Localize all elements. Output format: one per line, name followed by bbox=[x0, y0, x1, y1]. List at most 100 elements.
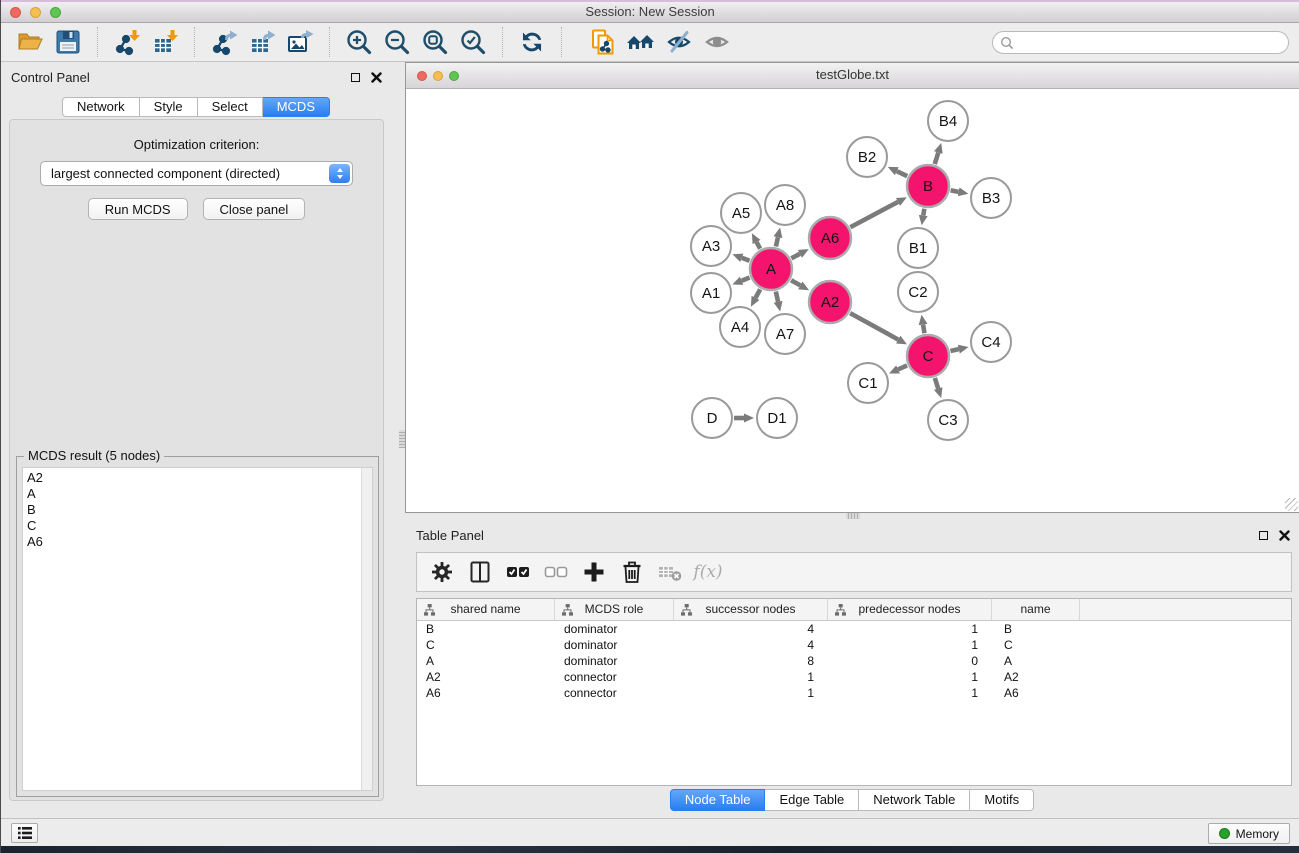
hide-selected-button[interactable] bbox=[660, 25, 698, 59]
close-panel-button[interactable]: Close panel bbox=[203, 198, 306, 220]
graph-edge-A2-C[interactable] bbox=[850, 313, 898, 339]
graph-node-B3[interactable]: B3 bbox=[971, 178, 1011, 218]
result-list-item[interactable]: C bbox=[27, 518, 361, 534]
network-minimize-button[interactable] bbox=[433, 71, 443, 81]
zoom-out-button[interactable] bbox=[378, 25, 416, 59]
tab-motifs[interactable]: Motifs bbox=[970, 789, 1034, 811]
column-header-name[interactable]: name bbox=[992, 599, 1080, 620]
node-table[interactable]: shared nameMCDS rolesuccessor nodesprede… bbox=[416, 598, 1292, 786]
import-network-button[interactable] bbox=[108, 25, 146, 59]
zoom-window-button[interactable] bbox=[50, 7, 61, 18]
graph-node-C4[interactable]: C4 bbox=[971, 322, 1011, 362]
graph-node-C2[interactable]: C2 bbox=[898, 272, 938, 312]
zoom-in-button[interactable] bbox=[340, 25, 378, 59]
graph-node-A1[interactable]: A1 bbox=[691, 273, 731, 313]
new-network-from-selection-button[interactable] bbox=[584, 25, 622, 59]
export-image-button[interactable] bbox=[281, 25, 319, 59]
tab-node-table[interactable]: Node Table bbox=[670, 789, 766, 811]
deselect-all-button[interactable] bbox=[537, 555, 575, 589]
float-panel-icon[interactable] bbox=[1259, 531, 1268, 540]
graph-node-D1[interactable]: D1 bbox=[757, 398, 797, 438]
graph-node-A8[interactable]: A8 bbox=[765, 185, 805, 225]
tab-network-table[interactable]: Network Table bbox=[859, 789, 970, 811]
table-row[interactable]: A2connector11A2 bbox=[417, 669, 1291, 685]
table-settings-button[interactable] bbox=[423, 555, 461, 589]
graph-node-C1[interactable]: C1 bbox=[848, 363, 888, 403]
close-window-button[interactable] bbox=[10, 7, 21, 18]
network-zoom-button[interactable] bbox=[449, 71, 459, 81]
table-row[interactable]: Adominator80A bbox=[417, 653, 1291, 669]
graph-edge-A-A4[interactable] bbox=[756, 289, 761, 298]
refresh-layout-button[interactable] bbox=[513, 25, 551, 59]
function-builder-button[interactable]: f(x) bbox=[689, 555, 727, 589]
column-header-MCDS-role[interactable]: MCDS role bbox=[555, 599, 674, 620]
show-all-button[interactable] bbox=[698, 25, 736, 59]
close-panel-icon[interactable] bbox=[1279, 530, 1290, 541]
window-resize-grip[interactable] bbox=[1285, 498, 1298, 511]
graph-node-D[interactable]: D bbox=[692, 398, 732, 438]
table-row[interactable]: Bdominator41B bbox=[417, 621, 1291, 637]
graph-node-A[interactable]: A bbox=[750, 248, 792, 290]
tab-edge-table[interactable]: Edge Table bbox=[765, 789, 859, 811]
select-all-button[interactable] bbox=[499, 555, 537, 589]
graph-edge-A-A6[interactable] bbox=[791, 254, 800, 258]
tab-style[interactable]: Style bbox=[140, 97, 198, 117]
main-titlebar[interactable]: Session: New Session bbox=[1, 0, 1299, 23]
graph-node-C[interactable]: C bbox=[907, 335, 949, 377]
network-window-titlebar[interactable]: testGlobe.txt bbox=[406, 63, 1299, 89]
tab-network[interactable]: Network bbox=[62, 97, 140, 117]
graph-node-A5[interactable]: A5 bbox=[721, 193, 761, 233]
graph-node-A3[interactable]: A3 bbox=[691, 226, 731, 266]
graph-node-C3[interactable]: C3 bbox=[928, 400, 968, 440]
graph-edge-B-B4[interactable] bbox=[935, 153, 939, 164]
graph-edge-A-A8[interactable] bbox=[776, 237, 778, 246]
graph-edge-C-C2[interactable] bbox=[923, 325, 924, 334]
graph-edge-A6-B[interactable] bbox=[850, 202, 898, 227]
zoom-selected-button[interactable] bbox=[454, 25, 492, 59]
tab-mcds[interactable]: MCDS bbox=[263, 97, 330, 117]
graph-node-A2[interactable]: A2 bbox=[809, 281, 851, 323]
horizontal-splitter-grip[interactable] bbox=[846, 513, 860, 519]
network-canvas[interactable]: B4B2BB3A8A5A6B1A3AC2A1A2A4A7C4CC1DD1C3 bbox=[406, 89, 1299, 512]
close-panel-icon[interactable] bbox=[371, 72, 382, 83]
result-list-item[interactable]: A bbox=[27, 486, 361, 502]
memory-button[interactable]: Memory bbox=[1208, 823, 1290, 844]
column-header-predecessor-nodes[interactable]: predecessor nodes bbox=[828, 599, 992, 620]
graph-edge-A-A7[interactable] bbox=[776, 291, 778, 301]
graph-edge-A-A2[interactable] bbox=[791, 280, 800, 285]
graph-node-A7[interactable]: A7 bbox=[765, 314, 805, 354]
network-graph[interactable]: B4B2BB3A8A5A6B1A3AC2A1A2A4A7C4CC1DD1C3 bbox=[406, 89, 1299, 512]
graph-edge-A-A3[interactable] bbox=[742, 258, 750, 261]
delete-row-button[interactable] bbox=[613, 555, 651, 589]
graph-edge-B-B3[interactable] bbox=[951, 190, 959, 192]
table-row[interactable]: Cdominator41C bbox=[417, 637, 1291, 653]
column-header-shared-name[interactable]: shared name bbox=[417, 599, 555, 620]
result-list-item[interactable]: B bbox=[27, 502, 361, 518]
tab-select[interactable]: Select bbox=[198, 97, 263, 117]
open-session-button[interactable] bbox=[11, 25, 49, 59]
graph-edge-C-C1[interactable] bbox=[898, 365, 907, 369]
column-header-successor-nodes[interactable]: successor nodes bbox=[674, 599, 828, 620]
add-row-button[interactable] bbox=[575, 555, 613, 589]
search-box[interactable] bbox=[992, 31, 1289, 54]
table-row[interactable]: A6connector11A6 bbox=[417, 685, 1291, 701]
network-close-button[interactable] bbox=[417, 71, 427, 81]
result-list-scrollbar[interactable] bbox=[361, 468, 372, 790]
export-table-button[interactable] bbox=[243, 25, 281, 59]
import-table-button[interactable] bbox=[146, 25, 184, 59]
search-input[interactable] bbox=[1018, 34, 1288, 52]
graph-node-A4[interactable]: A4 bbox=[720, 307, 760, 347]
graph-edge-A-A1[interactable] bbox=[742, 278, 750, 281]
save-session-button[interactable] bbox=[49, 25, 87, 59]
graph-edge-B-B2[interactable] bbox=[897, 171, 907, 176]
column-layout-button[interactable] bbox=[461, 555, 499, 589]
graph-node-B1[interactable]: B1 bbox=[898, 228, 938, 268]
graph-node-A6[interactable]: A6 bbox=[809, 217, 851, 259]
result-list-item[interactable]: A6 bbox=[27, 534, 361, 550]
graph-node-B[interactable]: B bbox=[907, 165, 949, 207]
result-list-item[interactable]: A2 bbox=[27, 470, 361, 486]
graph-node-B2[interactable]: B2 bbox=[847, 137, 887, 177]
first-neighbors-button[interactable] bbox=[622, 25, 660, 59]
task-history-button[interactable] bbox=[11, 823, 38, 843]
zoom-fit-button[interactable] bbox=[416, 25, 454, 59]
